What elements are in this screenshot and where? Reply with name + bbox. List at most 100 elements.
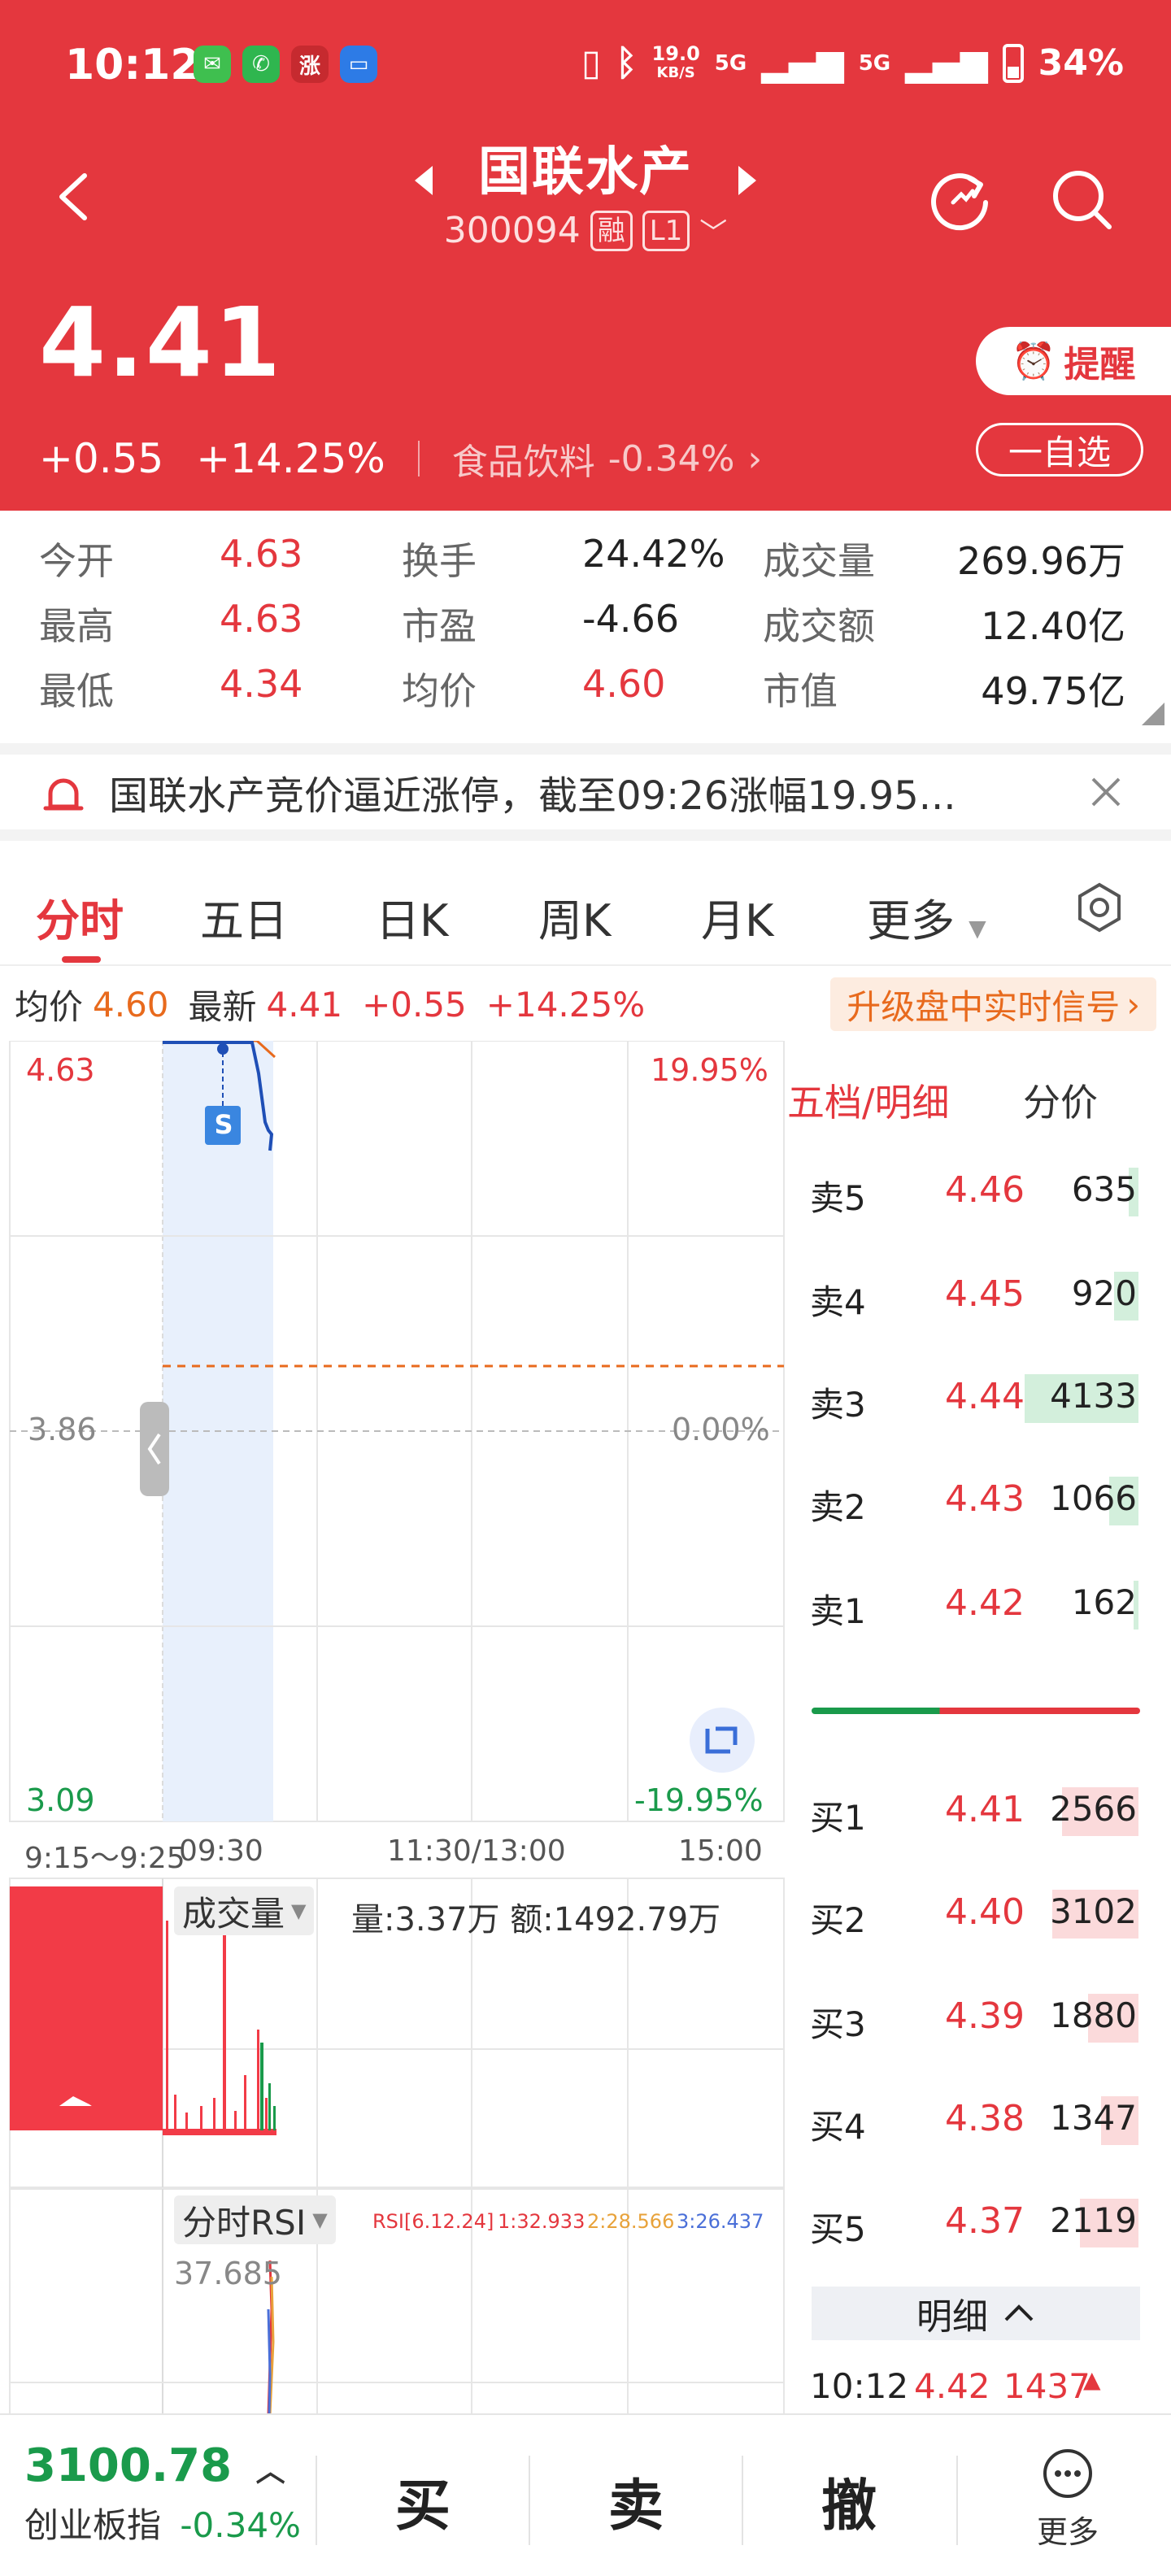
signal-marker-label[interactable]: S [211,1109,236,1140]
tab-order-book[interactable]: 五档/明细 [787,1073,950,1127]
more-label: 更多 [1036,2514,1099,2550]
watchlist-button[interactable]: 一自选 [976,423,1143,476]
y-axis-bottom: 3.09 [26,1782,95,1818]
ask-volume: 162 [1071,1582,1137,1622]
bid-volume: 1347 [1050,2098,1137,2138]
battery-icon [1002,43,1024,83]
messages-icon: ✉ [194,46,231,83]
ask-price: 4.44 [945,1376,1025,1417]
tab-more[interactable]: 更多 ▼ [867,885,986,949]
tick-volume: 1437 [1003,2366,1090,2406]
ask-volume: 920 [1071,1273,1137,1313]
tab-monthly-k[interactable]: 月K [701,885,773,949]
margin-tag: 融 [590,210,633,251]
upgrade-label: 升级盘中实时信号 [847,986,1121,1027]
ask-label: 卖2 [810,1487,866,1527]
bid-volume: 3102 [1050,1891,1137,1931]
status-app-icons: ✉ ✆ 涨 ▭ [194,46,377,83]
info-avg-value: 4.60 [93,984,169,1025]
sell-button[interactable]: 卖 [608,2461,664,2541]
search-icon[interactable] [1049,167,1114,232]
net-speed-unit: KB/S [656,63,695,81]
ask-volume: 4133 [1050,1376,1137,1416]
notice-bar[interactable]: 国联水产竞价逼近涨停，截至09:26涨幅19.95... [0,743,1171,841]
bid-volume: 2119 [1050,2200,1137,2240]
remind-button[interactable]: ⏰ 提醒 [976,327,1171,395]
bid-label: 买2 [810,1900,866,1940]
pe-value: -4.66 [582,597,680,641]
bid-volume: 1880 [1050,1995,1137,2035]
caret-down-icon: ▼ [969,915,986,942]
close-icon[interactable] [1086,772,1125,812]
upgrade-signal-button[interactable]: 升级盘中实时信号 › [830,977,1156,1031]
stock-code-line[interactable]: 300094 融 L1 ﹀ [407,210,764,251]
more-icon [1043,2449,1092,2498]
status-bar: 10:12 ✉ ✆ 涨 ▭ ▯ ᛒ 19.0 KB/S 5G ▂▄▆ 5G ▂▄… [0,0,1171,130]
sector-link[interactable]: 食品饮料 -0.34% › [452,433,762,485]
volume-indicator-selector[interactable]: 成交量 ▼ [174,1886,315,1935]
buy-button[interactable]: 买 [395,2461,451,2541]
tab-weekly-k[interactable]: 周K [538,885,611,949]
settings-icon[interactable] [1073,881,1125,933]
pe-label: 市盈 [402,604,477,648]
network-1: 5G [714,50,747,76]
fullscreen-button [690,1708,755,1773]
bid-price: 4.41 [945,1789,1025,1830]
more-button[interactable]: 更多 [1023,2448,1112,2552]
rsi-value-3: 3:26.437 [677,2210,764,2233]
rsi-indicator-selector[interactable]: 分时RSI ▼ [174,2195,336,2244]
refresh-icon[interactable] [929,167,994,232]
stats-row-2: 最高 4.63 市盈 -4.66 成交额 12.40亿 [0,597,1171,662]
tab-intraday[interactable]: 分时 [36,885,124,949]
ask-price: 4.45 [945,1273,1025,1315]
bid-price: 4.37 [945,2200,1025,2242]
rsi-params: RSI[6.12.24] [372,2210,494,2233]
mktcap-label: 市值 [763,669,838,713]
price-change-pct: +14.25% [196,435,385,482]
prev-stock-icon[interactable] [415,166,433,195]
detail-toggle[interactable]: 明细 [812,2287,1140,2340]
divider [417,441,420,476]
stats-row-3: 最低 4.34 均价 4.60 市值 49.75亿 [0,662,1171,727]
intraday-chart[interactable]: 4.63 19.95% 3.86 0.00% 3.09 -19.95% S 9:… [0,1041,787,2415]
stock-header: 10:12 ✉ ✆ 涨 ▭ ▯ ᛒ 19.0 KB/S 5G ▂▄▆ 5G ▂▄… [0,0,1171,511]
time-label-auction: 9:15～9:25 [24,1842,185,1875]
cancel-order-button[interactable]: 撤 [821,2461,877,2541]
divider [529,2456,530,2545]
sector-name: 食品饮料 [451,442,595,483]
rsi-value-1: 1:32.933 [498,2210,586,2233]
volume-info: 量:3.37万 额:1492.79万 [351,1901,721,1939]
avg-value: 4.60 [582,662,666,706]
tab-daily-k[interactable]: 日K [376,885,448,949]
next-stock-icon[interactable] [738,166,756,195]
index-change: -0.34% [180,2505,301,2545]
stats-row-1: 今开 4.63 换手 24.42% 成交量 269.96万 [0,532,1171,597]
bid-label: 买1 [810,1798,866,1838]
y-axis-mid-pct: 0.00% [672,1412,770,1447]
auction-volume-base [10,2106,163,2130]
bottom-bar: 3100.78 ︿ 创业板指 -0.34% 买 卖 撤 更多 [0,2413,1171,2576]
tab-price-distribution[interactable]: 分价 [1023,1073,1098,1127]
back-icon[interactable] [57,172,89,221]
time-label-close: 15:00 [678,1834,763,1868]
expand-corner-icon[interactable] [1142,703,1164,725]
chevron-right-icon: › [1126,984,1140,1025]
divider [316,2456,317,2545]
bid-row-5: 买5 4.37 2119 [787,2191,1171,2256]
avg-label: 均价 [402,669,477,713]
collapse-handle [140,1402,169,1496]
bid-label: 买4 [810,2107,866,2147]
ask-price: 4.42 [945,1582,1025,1624]
info-avg-label: 均价 [15,986,84,1027]
rsi-line-3 [267,2308,272,2415]
turnover-label: 换手 [402,539,477,583]
tab-five-day[interactable]: 五日 [200,885,288,949]
time-label-noon: 11:30/13:00 [387,1834,566,1868]
active-tab-indicator [62,956,101,963]
network-2: 5G [858,50,891,76]
bid-row-4: 买4 4.38 1347 [787,2088,1171,2153]
ask-label: 卖4 [810,1282,866,1322]
caret-down-icon: ▼ [312,2208,328,2231]
ask-row-4: 卖4 4.45 920 [787,1264,1171,1329]
bluetooth-icon: ᛒ [616,42,638,84]
